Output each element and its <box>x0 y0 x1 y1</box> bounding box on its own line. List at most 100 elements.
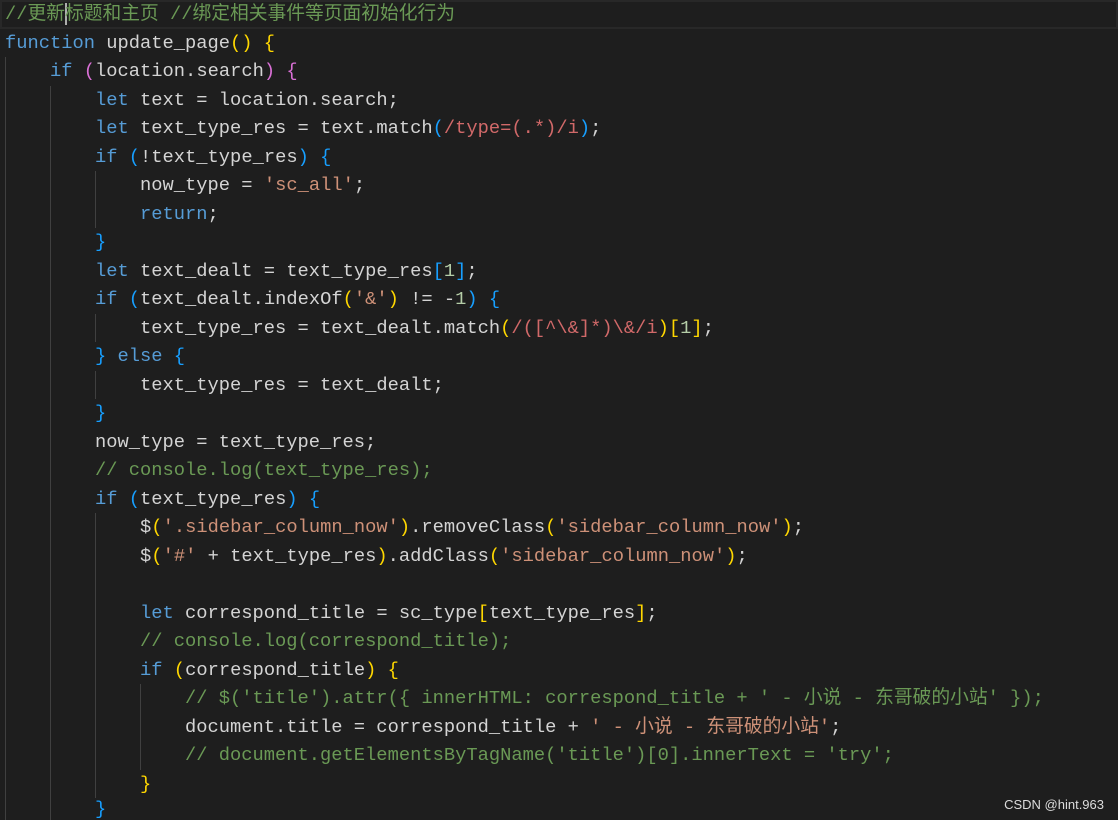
indent-guide <box>95 712 96 741</box>
code-line[interactable]: } else { <box>0 342 1118 371</box>
code-line[interactable]: // $('title').attr({ innerHTML: correspo… <box>0 684 1118 713</box>
code-token-bracket: ) <box>376 544 388 567</box>
code-token-bracket: )[ <box>657 316 681 339</box>
code-line[interactable]: now_type = text_type_res; <box>0 427 1118 456</box>
indent-guide <box>5 769 6 798</box>
code-line[interactable]: function update_page() { <box>0 29 1118 58</box>
indent-guide <box>50 627 51 656</box>
code-line[interactable]: // document.getElementsByTagName('title'… <box>0 741 1118 770</box>
code-line[interactable]: // console.log(correspond_title); <box>0 627 1118 656</box>
code-token-identifier: correspond_title = sc_type <box>173 601 478 624</box>
code-token-string: '.sidebar_column_now' <box>162 516 399 538</box>
code-token-bracket: ) { <box>466 288 501 310</box>
code-token-identifier: ; <box>792 516 804 538</box>
code-token-string: '#' <box>162 544 197 567</box>
indent-guide <box>50 399 51 428</box>
code-line[interactable]: if (!text_type_res) { <box>0 142 1118 171</box>
code-token-keyword: return <box>140 202 208 225</box>
code-token-identifier: document.title = correspond_title + <box>185 715 591 738</box>
code-token-identifier: .addClass <box>387 544 489 567</box>
code-line[interactable]: return; <box>0 199 1118 228</box>
indent-guide <box>5 199 6 228</box>
code-token-identifier: text_dealt.indexOf <box>140 288 343 310</box>
code-token-identifier: ; <box>353 174 366 196</box>
code-token-identifier: text_type_res <box>488 601 636 624</box>
indent-guide <box>50 484 51 513</box>
code-line[interactable]: document.title = correspond_title + ' - … <box>0 712 1118 741</box>
code-token-string: ' - 小说 - 东哥破的小站' <box>590 715 831 738</box>
indent-guide <box>5 684 6 713</box>
code-line[interactable]: } <box>0 798 1118 820</box>
code-token-identifier: ; <box>830 715 842 738</box>
code-token-string: 'sidebar_column_now' <box>500 544 726 567</box>
indent-guide <box>5 741 6 770</box>
indent-guide <box>95 370 96 399</box>
code-token-identifier: != - <box>398 288 456 310</box>
code-line[interactable]: if (location.search) { <box>0 57 1118 86</box>
code-line[interactable]: if (text_type_res) { <box>0 484 1118 513</box>
indent-guide <box>5 57 6 86</box>
indent-guide <box>50 513 51 542</box>
indent-guide <box>50 684 51 713</box>
code-token-bracket: } <box>95 345 118 367</box>
indent-guide <box>5 342 6 371</box>
code-token-bracket: [ <box>432 259 444 282</box>
code-token-bracket: ) { <box>263 60 298 82</box>
code-line[interactable]: text_type_res = text_dealt.match(/([^\&]… <box>0 313 1118 342</box>
code-line[interactable]: now_type = 'sc_all'; <box>0 171 1118 200</box>
code-token-bracket: ( <box>342 288 354 310</box>
code-token-bracket: ) { <box>297 145 332 168</box>
code-line[interactable]: let text = location.search; <box>0 85 1118 114</box>
code-line[interactable]: // console.log(text_type_res); <box>0 456 1118 485</box>
code-token-identifier: $ <box>140 544 152 567</box>
indent-guide <box>50 798 51 820</box>
indent-guide <box>5 370 6 399</box>
code-line[interactable]: text_type_res = text_dealt; <box>0 370 1118 399</box>
code-line[interactable]: $('.sidebar_column_now').removeClass('si… <box>0 513 1118 542</box>
code-token-bracket: } <box>95 798 107 820</box>
code-token-bracket: ( <box>488 544 501 567</box>
code-token-string: 'sc_all' <box>263 174 354 196</box>
code-token-identifier: text_type_res <box>140 487 287 510</box>
indent-guide <box>5 171 6 200</box>
code-line[interactable]: let correspond_title = sc_type[text_type… <box>0 598 1118 627</box>
code-line[interactable]: let text_type_res = text.match(/type=(.*… <box>0 114 1118 143</box>
code-token-keyword: function <box>5 31 96 54</box>
code-line[interactable]: } <box>0 228 1118 257</box>
code-line[interactable]: let text_dealt = text_type_res[1]; <box>0 256 1118 285</box>
code-line[interactable]: $('#' + text_type_res).addClass('sidebar… <box>0 541 1118 570</box>
indent-guide <box>5 627 6 656</box>
code-token-identifier: ; <box>736 544 748 567</box>
code-token-regex: /([^\&]*)\&/i <box>511 316 658 339</box>
code-token-string: '&' <box>353 288 388 310</box>
code-line[interactable]: //更新标题和主页 //绑定相关事件等页面初始化行为 <box>0 0 1118 29</box>
indent-guide <box>95 513 96 542</box>
code-editor[interactable]: //更新标题和主页 //绑定相关事件等页面初始化行为 function updat… <box>0 0 1118 820</box>
indent-guide <box>50 85 51 114</box>
code-line[interactable]: if (correspond_title) { <box>0 655 1118 684</box>
code-line[interactable]: } <box>0 769 1118 798</box>
code-token-regex: /type=(.*)/i <box>443 117 579 139</box>
indent-guide <box>5 541 6 570</box>
code-token-identifier: + text_type_res <box>196 544 377 567</box>
code-token-comment: // document.getElementsByTagName('title'… <box>185 744 894 766</box>
code-token-keyword: let <box>95 88 129 111</box>
code-token-identifier: now_type = <box>140 174 264 196</box>
indent-guide <box>5 256 6 285</box>
code-line[interactable] <box>0 570 1118 599</box>
indent-guide <box>5 456 6 485</box>
indent-guide <box>5 285 6 314</box>
code-line[interactable]: if (text_dealt.indexOf('&') != -1) { <box>0 285 1118 314</box>
indent-guide <box>50 427 51 456</box>
code-token-identifier: now_type = text_type_res; <box>95 430 377 453</box>
indent-guide <box>5 513 6 542</box>
indent-guide <box>95 570 96 599</box>
indent-guide <box>5 484 6 513</box>
code-token-comment: // console.log(correspond_title); <box>140 630 512 652</box>
code-line[interactable]: } <box>0 399 1118 428</box>
indent-guide <box>95 769 96 798</box>
